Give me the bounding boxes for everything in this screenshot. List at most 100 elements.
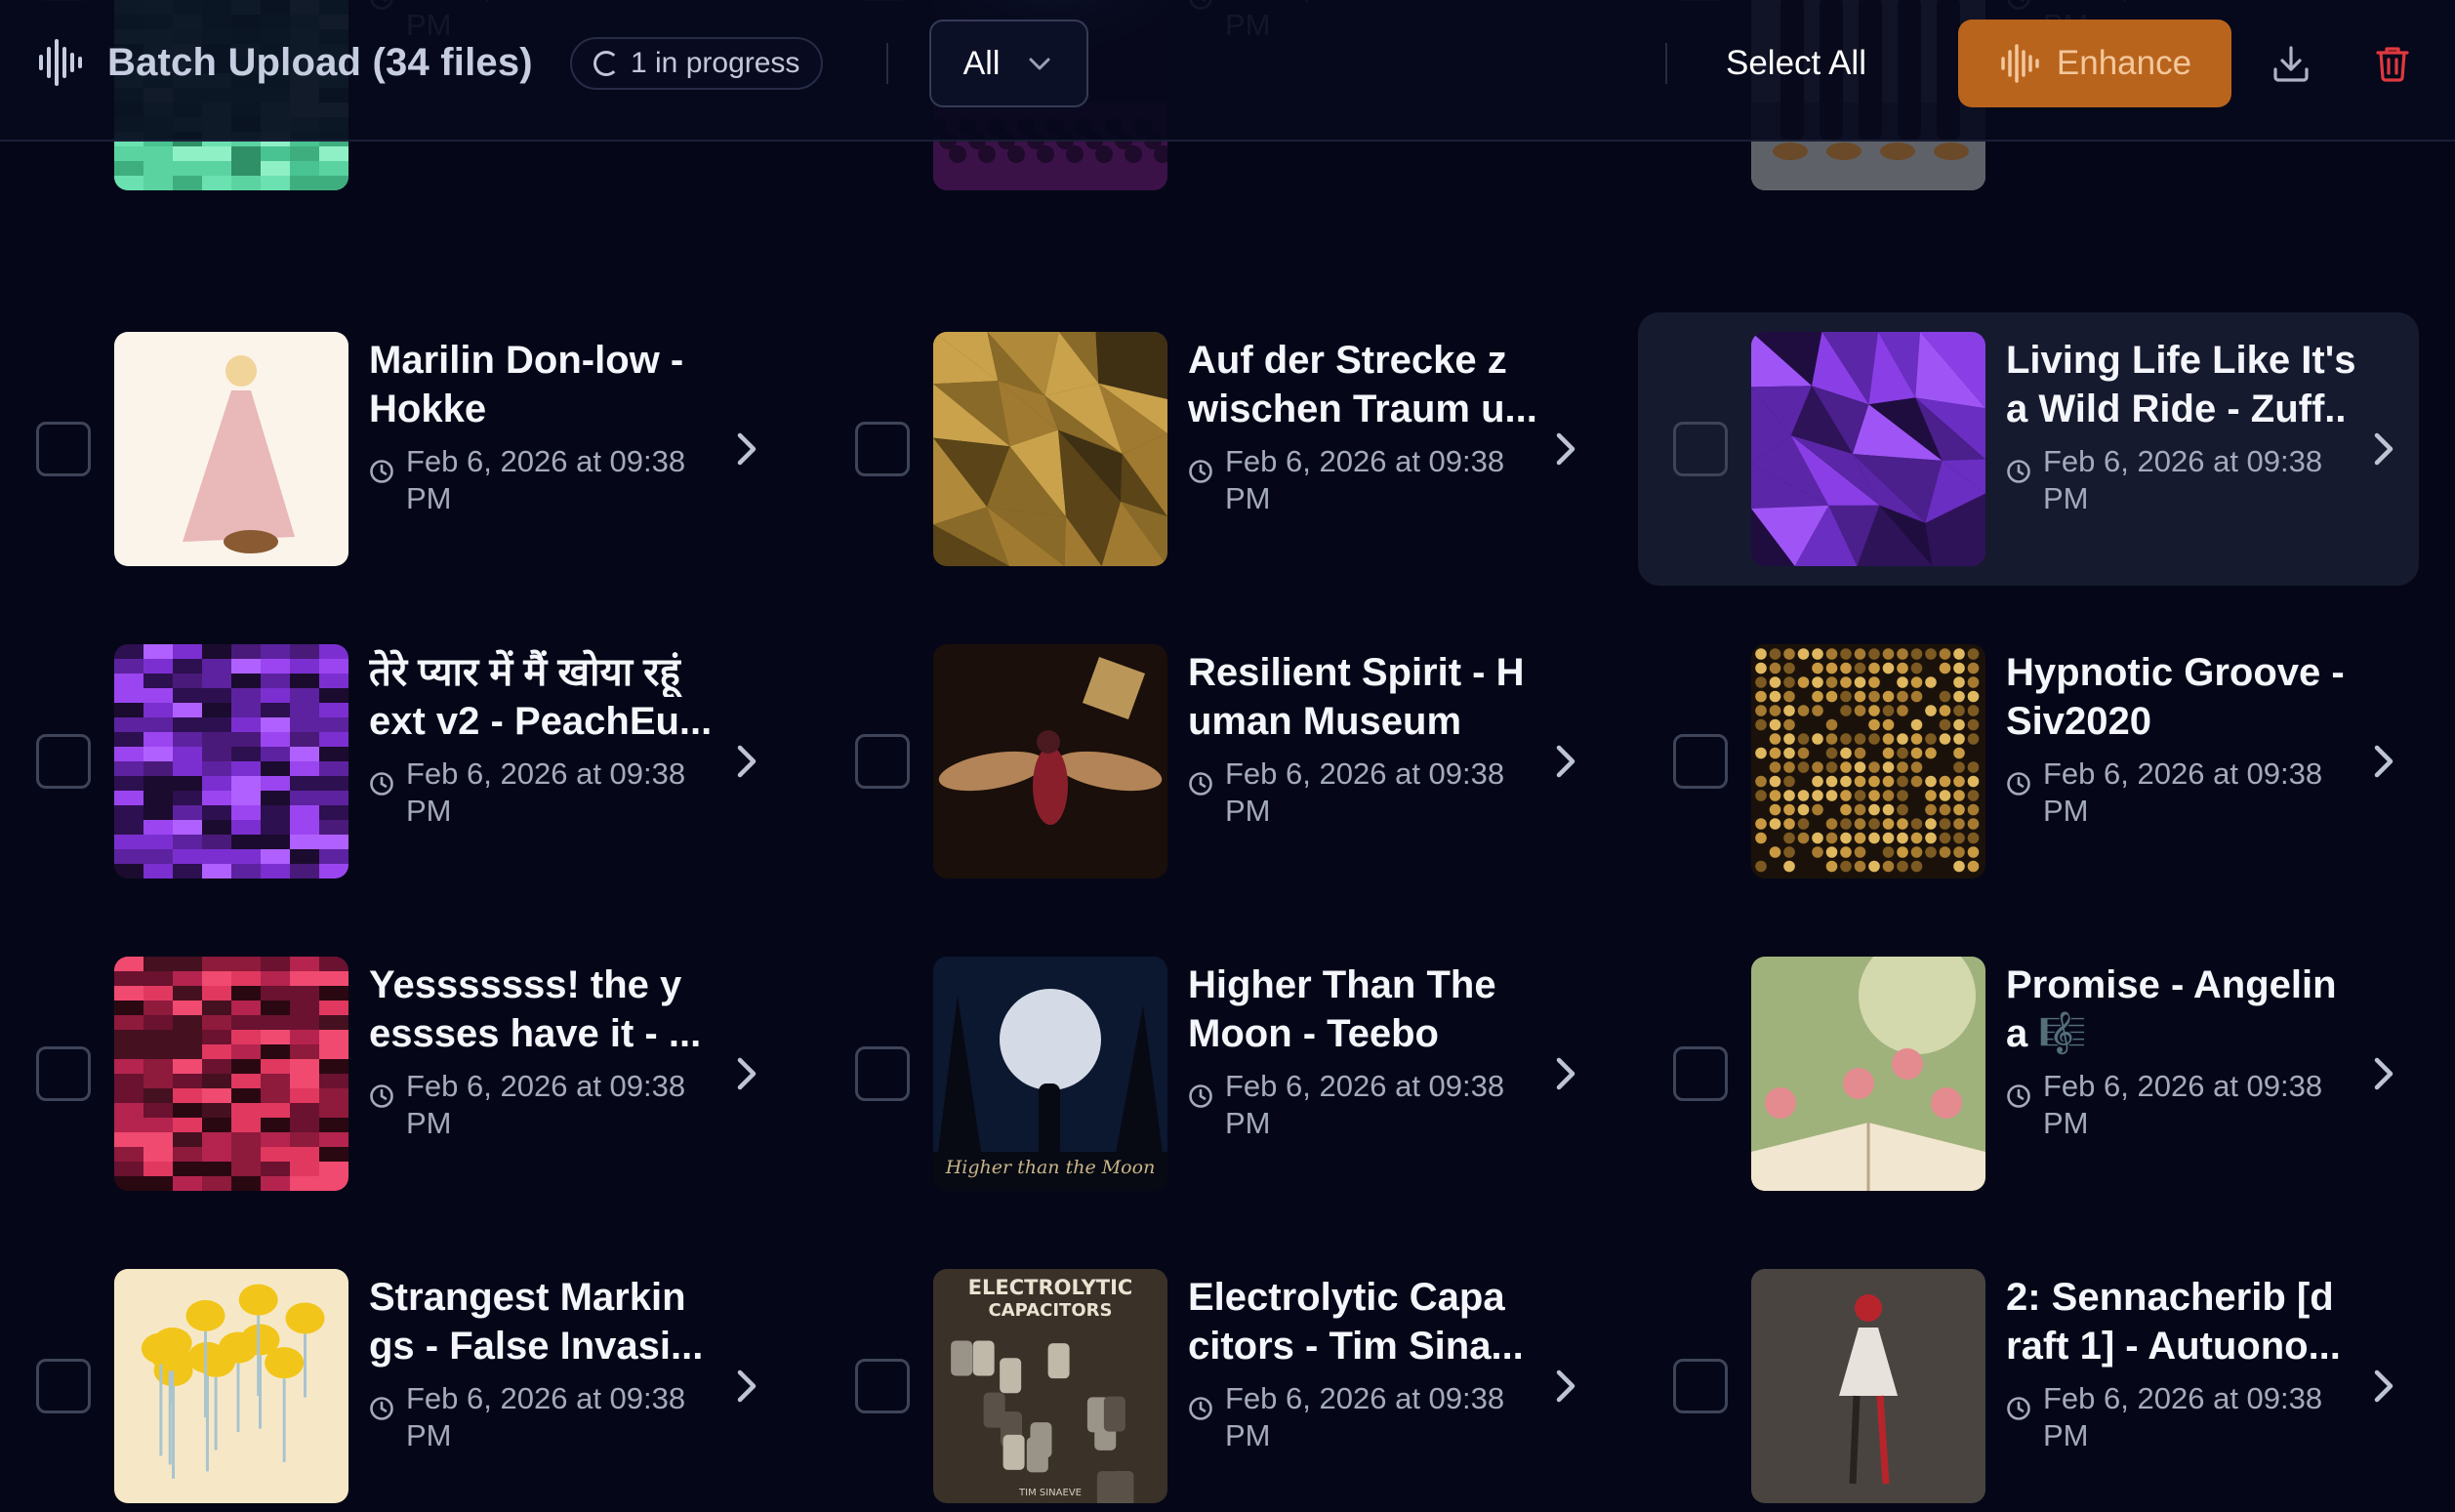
- clock-icon: [1189, 1397, 1212, 1420]
- file-name: Yesssssss! the y essses have it - ...: [369, 960, 728, 1058]
- cover-thumbnail: [1751, 332, 1985, 566]
- chevron-right-icon[interactable]: [725, 428, 768, 470]
- cover-thumbnail: [114, 644, 348, 879]
- delete-button[interactable]: [2368, 39, 2417, 88]
- clock-icon: [1189, 460, 1212, 483]
- download-icon: [2273, 46, 2309, 82]
- date-text: Feb 6, 2026 at 09:38: [406, 1381, 686, 1415]
- cover-art-lemons: [114, 1269, 348, 1503]
- cover-art-hummingbird: [933, 644, 1167, 879]
- select-checkbox[interactable]: [36, 1359, 91, 1413]
- chevron-right-icon[interactable]: [2362, 428, 2405, 470]
- cover-thumbnail: ELECTROLYTIC CAPACITORS TIM SINAEVE: [933, 1269, 1167, 1503]
- progress-badge: 1 in progress: [570, 37, 824, 90]
- timestamp: Feb 6, 2026 at 09:38 PM: [1188, 1068, 1539, 1142]
- file-card[interactable]: Strangest Markin gs - False Invasi... Fe…: [1, 1249, 782, 1512]
- thumbnail-caption: ELECTROLYTIC: [968, 1276, 1133, 1299]
- thumbnail-credit: TIM SINAEVE: [1018, 1488, 1082, 1498]
- file-name: Electrolytic Capa citors - Tim Sina...: [1188, 1273, 1547, 1370]
- cover-thumbnail: [933, 644, 1167, 879]
- cover-art-gold-dots: [1751, 644, 1985, 879]
- file-name-line-2: wischen Traum u...: [1188, 388, 1537, 430]
- cover-thumbnail: Higher than the Moon: [933, 957, 1167, 1191]
- thumbnail-caption: CAPACITORS: [989, 1300, 1113, 1321]
- file-name-line-2: gs - False Invasi...: [369, 1325, 704, 1368]
- clock-icon: [370, 1397, 393, 1420]
- file-name-line-2: uman Museum: [1188, 700, 1462, 743]
- batch-upload-page: { "header": { "title": "Batch Upload (34…: [0, 0, 2455, 1512]
- file-name-line-1: तेरे प्यार में मैं खोया रहूं: [369, 651, 680, 694]
- chevron-right-icon[interactable]: [725, 740, 768, 783]
- cover-thumbnail: [1751, 1269, 1985, 1503]
- chevron-right-icon[interactable]: [725, 1365, 768, 1408]
- time-suffix: PM: [406, 481, 452, 515]
- file-card[interactable]: Resilient Spirit - H uman Museum Feb 6, …: [820, 625, 1601, 898]
- select-checkbox[interactable]: [36, 1046, 91, 1101]
- select-checkbox[interactable]: [36, 422, 91, 476]
- select-checkbox[interactable]: [855, 1359, 910, 1413]
- time-suffix: PM: [1225, 794, 1271, 828]
- file-name-line-2: a Wild Ride - Zuff..: [2006, 388, 2347, 430]
- enhance-button[interactable]: Enhance: [1958, 20, 2231, 107]
- select-checkbox[interactable]: [855, 734, 910, 789]
- chevron-right-icon[interactable]: [725, 1052, 768, 1095]
- chevron-right-icon[interactable]: [2362, 1365, 2405, 1408]
- download-button[interactable]: [2267, 39, 2315, 88]
- select-checkbox[interactable]: [855, 422, 910, 476]
- file-card[interactable]: ELECTROLYTIC CAPACITORS TIM SINAEVE Electr…: [820, 1249, 1601, 1512]
- select-all-button[interactable]: Select All: [1726, 39, 1866, 88]
- file-name: Promise - Angelin a 🎼: [2006, 960, 2365, 1058]
- select-checkbox[interactable]: [1673, 1359, 1728, 1413]
- time-suffix: PM: [1225, 1418, 1271, 1452]
- thumbnail-caption: Higher than the Moon: [945, 1157, 1156, 1178]
- file-name-line-2: ext v2 - PeachEu...: [369, 700, 713, 743]
- select-checkbox[interactable]: [1673, 1046, 1728, 1101]
- file-card[interactable]: Living Life Like It's a Wild Ride - Zuff…: [1638, 312, 2419, 586]
- chevron-right-icon[interactable]: [2362, 740, 2405, 783]
- select-checkbox[interactable]: [1673, 734, 1728, 789]
- file-name-line-1: Marilin Don-low -: [369, 339, 684, 382]
- file-card[interactable]: तेरे प्यार में मैं खोया रहूं ext v2 - Pe…: [1, 625, 782, 898]
- file-name-line-1: Auf der Strecke z: [1188, 339, 1507, 382]
- file-name: Marilin Don-low - Hokke: [369, 336, 728, 433]
- chevron-right-icon[interactable]: [1544, 1052, 1587, 1095]
- file-card[interactable]: 2: Sennacherib [d raft 1] - Autuono... F…: [1638, 1249, 2419, 1512]
- timestamp: Feb 6, 2026 at 09:38 PM: [369, 1068, 720, 1142]
- file-name-line-1: Strangest Markin: [369, 1276, 686, 1319]
- file-name-line-1: Promise - Angelin: [2006, 963, 2337, 1006]
- chevron-right-icon[interactable]: [1544, 1365, 1587, 1408]
- date-text: Feb 6, 2026 at 09:38: [2043, 444, 2323, 478]
- file-card[interactable]: Higher than the Moon Higher Than The Moo…: [820, 937, 1601, 1210]
- select-checkbox[interactable]: [1673, 422, 1728, 476]
- file-name: तेरे प्यार में मैं खोया रहूं ext v2 - Pe…: [369, 648, 728, 746]
- file-card[interactable]: Marilin Don-low - Hokke Feb 6, 2026 at 0…: [1, 312, 782, 586]
- cover-art-woman-pink-dress: [114, 332, 348, 566]
- file-name-line-2: essses have it - ...: [369, 1012, 702, 1055]
- cover-art-red-spectrogram: [114, 957, 348, 1191]
- cover-thumbnail: [1751, 957, 1985, 1191]
- timestamp: Feb 6, 2026 at 09:38 PM: [1188, 756, 1539, 830]
- time-suffix: PM: [2043, 1106, 2089, 1140]
- date-text: Feb 6, 2026 at 09:38: [2043, 1381, 2323, 1415]
- filter-dropdown[interactable]: All: [929, 20, 1088, 107]
- file-card[interactable]: Yesssssss! the y essses have it - ... Fe…: [1, 937, 782, 1210]
- file-card[interactable]: Hypnotic Groove - Siv2020 Feb 6, 2026 at…: [1638, 625, 2419, 898]
- chevron-right-icon[interactable]: [2362, 1052, 2405, 1095]
- cover-thumbnail: [933, 332, 1167, 566]
- file-name: Resilient Spirit - H uman Museum: [1188, 648, 1547, 746]
- file-card[interactable]: Promise - Angelin a 🎼 Feb 6, 2026 at 09:…: [1638, 937, 2419, 1210]
- clock-icon: [370, 772, 393, 796]
- chevron-right-icon[interactable]: [1544, 740, 1587, 783]
- date-text: Feb 6, 2026 at 09:38: [2043, 1069, 2323, 1103]
- chevron-right-icon[interactable]: [1544, 428, 1587, 470]
- timestamp: Feb 6, 2026 at 09:38 PM: [2006, 756, 2357, 830]
- file-name-line-2: citors - Tim Sina...: [1188, 1325, 1524, 1368]
- timestamp: Feb 6, 2026 at 09:38 PM: [2006, 443, 2357, 517]
- select-checkbox[interactable]: [36, 734, 91, 789]
- file-name-line-1: Living Life Like It's: [2006, 339, 2356, 382]
- file-name-line-1: Hypnotic Groove -: [2006, 651, 2345, 694]
- file-card[interactable]: Auf der Strecke z wischen Traum u... Feb…: [820, 312, 1601, 586]
- file-name-line-2: raft 1] - Autuono...: [2006, 1325, 2341, 1368]
- divider: [1665, 43, 1667, 84]
- select-checkbox[interactable]: [855, 1046, 910, 1101]
